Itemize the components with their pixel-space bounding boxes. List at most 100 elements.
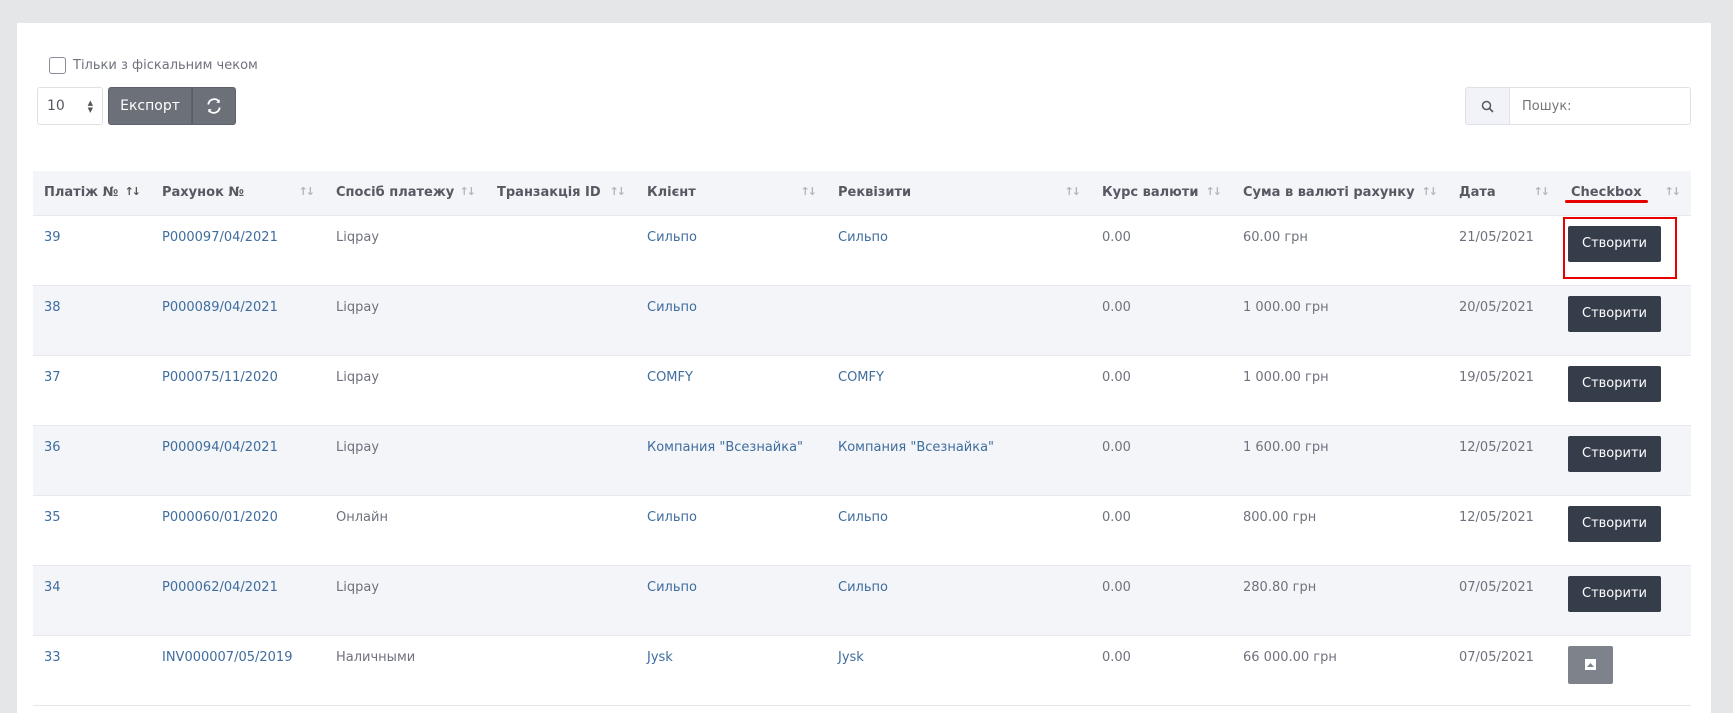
column-header-client[interactable]: Клієнт ↑↓	[636, 171, 827, 216]
details-link[interactable]: Jysk	[827, 635, 1091, 706]
date: 12/05/2021	[1448, 495, 1560, 566]
client-link[interactable]: Сильпо	[636, 495, 827, 566]
amount: 1 600.00 грн	[1232, 425, 1448, 496]
checkbox-action-cell: Створити	[1560, 285, 1691, 356]
search-input[interactable]	[1510, 87, 1691, 125]
details-link[interactable]: Сильпо	[827, 215, 1091, 286]
client-link[interactable]: Компания "Всезнайка"	[636, 425, 827, 496]
transaction-id	[486, 495, 636, 566]
date: 12/05/2021	[1448, 425, 1560, 496]
invoice-link[interactable]: P000089/04/2021	[151, 285, 325, 356]
invoice-link[interactable]: P000062/04/2021	[151, 565, 325, 636]
checkbox-action-cell: Створити	[1560, 565, 1691, 636]
client-link[interactable]: Сильпо	[636, 215, 827, 286]
table-header-row: Платіж № ↑↓ Рахунок № ↑↓ Спосіб платежу ↑↓ …	[33, 171, 1691, 216]
sort-icon: ↑↓	[1205, 185, 1223, 198]
create-receipt-button[interactable]: Створити	[1568, 435, 1661, 472]
exchange-rate: 0.00	[1091, 215, 1232, 286]
date: 19/05/2021	[1448, 355, 1560, 426]
checkbox-action-cell: Створити	[1560, 355, 1691, 426]
export-button[interactable]: Експорт	[108, 87, 192, 125]
exchange-rate: 0.00	[1091, 425, 1232, 496]
client-link[interactable]: Сильпо	[636, 565, 827, 636]
client-link[interactable]: Сильпо	[636, 285, 827, 356]
export-button-group: Експорт	[108, 87, 236, 125]
sort-icon: ↑↓	[800, 185, 818, 198]
annotation-underline	[1565, 200, 1648, 203]
date: 07/05/2021	[1448, 635, 1560, 706]
payment-number-link[interactable]: 35	[33, 495, 151, 566]
exchange-rate: 0.00	[1091, 565, 1232, 636]
create-receipt-button[interactable]: Створити	[1568, 295, 1661, 332]
invoice-link[interactable]: P000060/01/2020	[151, 495, 325, 566]
invoice-link[interactable]: P000094/04/2021	[151, 425, 325, 496]
table-row: 33 INV000007/05/2019 Наличными Jysk Jysk 0.00…	[33, 635, 1691, 706]
payment-method: Liqpay	[325, 215, 486, 286]
details-link[interactable]: Сильпо	[827, 495, 1091, 566]
details-link[interactable]	[827, 285, 1091, 356]
table-row: 35 P000060/01/2020 Онлайн Сильпо Сильпо 0.00 8…	[33, 495, 1691, 566]
page-length-value: 10	[47, 98, 65, 114]
client-link[interactable]: COMFY	[636, 355, 827, 426]
amount: 280.80 грн	[1232, 565, 1448, 636]
client-link[interactable]: Jysk	[636, 635, 827, 706]
create-receipt-button[interactable]: Створити	[1568, 575, 1661, 612]
sort-icon: ↑↓	[1064, 185, 1082, 198]
payment-method: Наличными	[325, 635, 486, 706]
transaction-id	[486, 565, 636, 636]
fiscal-filter-label: Тільки з фіскальним чеком	[73, 58, 258, 73]
amount: 60.00 грн	[1232, 215, 1448, 286]
create-receipt-button[interactable]: Створити	[1568, 505, 1661, 542]
sort-icon: ↑↓	[459, 185, 477, 198]
sort-icon: ↑↓	[1533, 185, 1551, 198]
date: 20/05/2021	[1448, 285, 1560, 356]
receipt-pdf-button[interactable]	[1568, 645, 1613, 684]
column-header-rate[interactable]: Курс валюти ↑↓	[1091, 171, 1232, 216]
date: 07/05/2021	[1448, 565, 1560, 636]
checkbox-action-cell: Створити	[1560, 495, 1691, 566]
sort-icon: ↑↓	[1421, 185, 1439, 198]
refresh-button[interactable]	[192, 87, 236, 125]
refresh-icon	[207, 98, 221, 114]
column-header-date[interactable]: Дата ↑↓	[1448, 171, 1560, 216]
column-header-amount[interactable]: Сума в валюті рахунку ↑↓	[1232, 171, 1448, 216]
payment-method: Liqpay	[325, 565, 486, 636]
invoice-link[interactable]: P000097/04/2021	[151, 215, 325, 286]
select-arrows-icon: ▲ ▼	[87, 99, 93, 114]
invoice-link[interactable]: P000075/11/2020	[151, 355, 325, 426]
column-header-invoice[interactable]: Рахунок № ↑↓	[151, 171, 325, 216]
exchange-rate: 0.00	[1091, 285, 1232, 356]
amount: 66 000.00 грн	[1232, 635, 1448, 706]
checkbox-action-cell	[1560, 635, 1691, 706]
details-link[interactable]: COMFY	[827, 355, 1091, 426]
fiscal-filter[interactable]: Тільки з фіскальним чеком	[49, 57, 258, 74]
column-header-checkbox[interactable]: Checkbox ↑↓	[1560, 171, 1691, 216]
create-receipt-button[interactable]: Створити	[1568, 365, 1661, 402]
sort-icon: ↑↓	[1664, 185, 1682, 198]
payment-number-link[interactable]: 33	[33, 635, 151, 706]
exchange-rate: 0.00	[1091, 355, 1232, 426]
column-header-details[interactable]: Реквізити ↑↓	[827, 171, 1091, 216]
column-header-method[interactable]: Спосіб платежу ↑↓	[325, 171, 486, 216]
payment-number-link[interactable]: 36	[33, 425, 151, 496]
exchange-rate: 0.00	[1091, 635, 1232, 706]
payment-number-link[interactable]: 38	[33, 285, 151, 356]
search-addon	[1465, 87, 1510, 125]
table-row: 37 P000075/11/2020 Liqpay COMFY COMFY 0.00 1 0…	[33, 355, 1691, 426]
payments-table: Платіж № ↑↓ Рахунок № ↑↓ Спосіб платежу ↑↓ …	[33, 171, 1691, 706]
invoice-link[interactable]: INV000007/05/2019	[151, 635, 325, 706]
page-length-select[interactable]: 10 ▲ ▼	[37, 87, 103, 125]
column-header-payment[interactable]: Платіж № ↑↓	[33, 171, 151, 216]
image-icon	[1585, 659, 1596, 670]
transaction-id	[486, 635, 636, 706]
payment-number-link[interactable]: 37	[33, 355, 151, 426]
payments-card: Тільки з фіскальним чеком 10 ▲▼ Експорт	[17, 23, 1711, 713]
details-link[interactable]: Компания "Всезнайка"	[827, 425, 1091, 496]
checkbox-action-cell: Створити	[1560, 425, 1691, 496]
fiscal-checkbox[interactable]	[49, 57, 66, 74]
details-link[interactable]: Сильпо	[827, 565, 1091, 636]
sort-desc-icon: ↑↓	[124, 185, 142, 198]
payment-number-link[interactable]: 34	[33, 565, 151, 636]
payment-number-link[interactable]: 39	[33, 215, 151, 286]
column-header-transaction[interactable]: Транзакція ID ↑↓	[486, 171, 636, 216]
